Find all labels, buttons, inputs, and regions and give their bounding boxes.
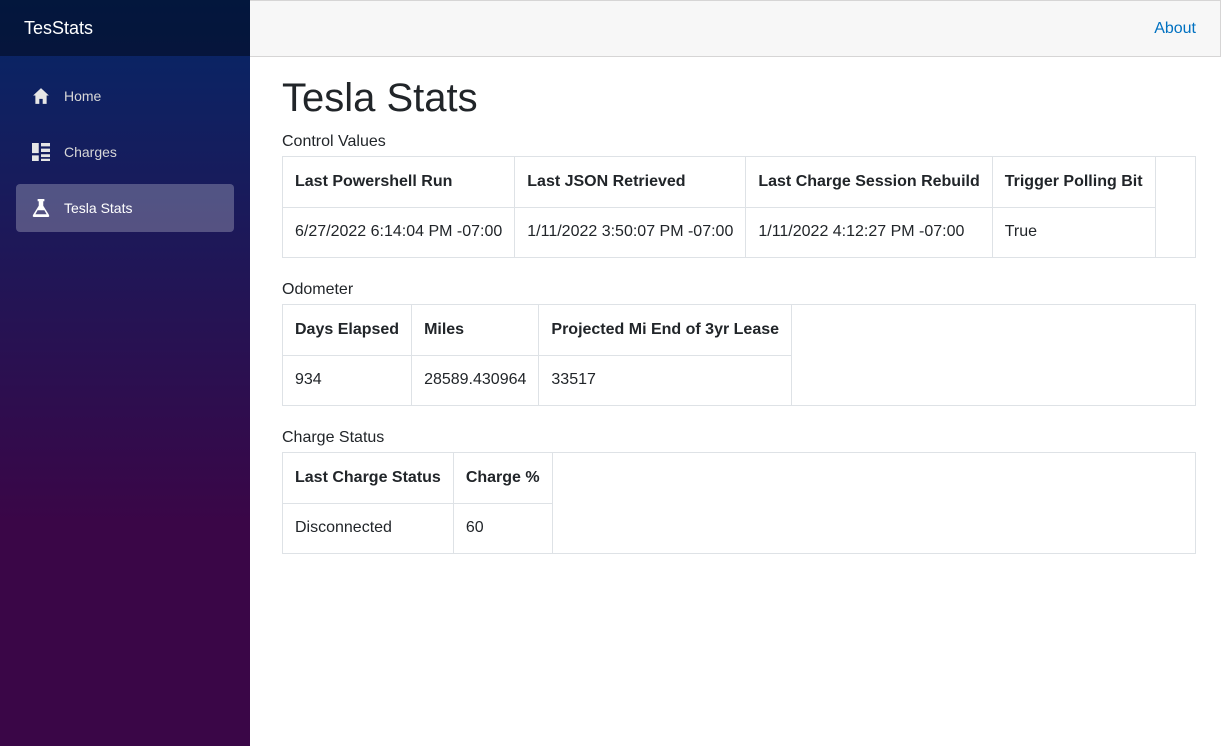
control-values-table-wrap: Last Powershell Run Last JSON Retrieved … [282,156,1196,258]
table-cell: 60 [452,502,553,553]
odometer-table: Days Elapsed Miles Projected Mi End of 3… [283,305,793,405]
sidebar: TesStats Home Charges Tesla Stats [0,0,250,746]
about-link[interactable]: About [1154,20,1196,38]
section-title-control-values: Control Values [282,133,386,150]
table-cell: 1/11/2022 3:50:07 PM -07:00 [514,206,747,257]
control-values-table: Last Powershell Run Last JSON Retrieved … [283,157,1156,257]
table-header-row: Days Elapsed Miles Projected Mi End of 3… [283,305,793,356]
nav-item-label: Home [64,88,102,104]
table-cell: Disconnected [283,502,454,553]
table-cell: True [991,206,1156,257]
nav-item-label: Charges [64,144,117,160]
beaker-icon [32,199,50,217]
table-row: 6/27/2022 6:14:04 PM -07:00 1/11/2022 3:… [283,206,1156,257]
nav-item-home[interactable]: Home [16,72,234,120]
column-header: Last Charge Session Rebuild [745,157,993,208]
list-icon [32,143,50,161]
top-bar: About [250,0,1221,57]
column-header: Charge % [452,453,553,504]
column-header: Trigger Polling Bit [991,157,1156,208]
odometer-table-wrap: Days Elapsed Miles Projected Mi End of 3… [282,304,1196,406]
column-header: Last Charge Status [283,453,454,504]
column-header: Last Powershell Run [283,157,516,208]
brand-title[interactable]: TesStats [0,0,250,56]
charge-status-table-wrap: Last Charge Status Charge % Disconnected… [282,452,1196,554]
column-header: Projected Mi End of 3yr Lease [538,305,793,356]
nav-item-label: Tesla Stats [64,200,133,216]
table-cell: 1/11/2022 4:12:27 PM -07:00 [745,206,993,257]
column-header: Days Elapsed [283,305,413,356]
home-icon [32,87,50,105]
table-row: 934 28589.430964 33517 [283,354,793,405]
table-cell: 934 [283,354,413,405]
nav-item-tesla-stats[interactable]: Tesla Stats [16,184,234,232]
table-cell: 33517 [538,354,793,405]
table-row: Disconnected 60 [283,502,553,553]
nav-item-charges[interactable]: Charges [16,128,234,176]
nav-menu: Home Charges Tesla Stats [0,56,250,232]
section-title-odometer: Odometer [282,281,354,298]
main-content: Tesla Stats Control Values Last Powershe… [282,74,1196,576]
table-header-row: Last Charge Status Charge % [283,453,553,504]
section-title-charge-status: Charge Status [282,429,385,446]
table-cell: 28589.430964 [411,354,540,405]
page-title: Tesla Stats [282,76,478,120]
table-cell: 6/27/2022 6:14:04 PM -07:00 [283,206,516,257]
column-header: Last JSON Retrieved [514,157,747,208]
charge-status-table: Last Charge Status Charge % Disconnected… [283,453,553,553]
table-header-row: Last Powershell Run Last JSON Retrieved … [283,157,1156,208]
column-header: Miles [411,305,540,356]
